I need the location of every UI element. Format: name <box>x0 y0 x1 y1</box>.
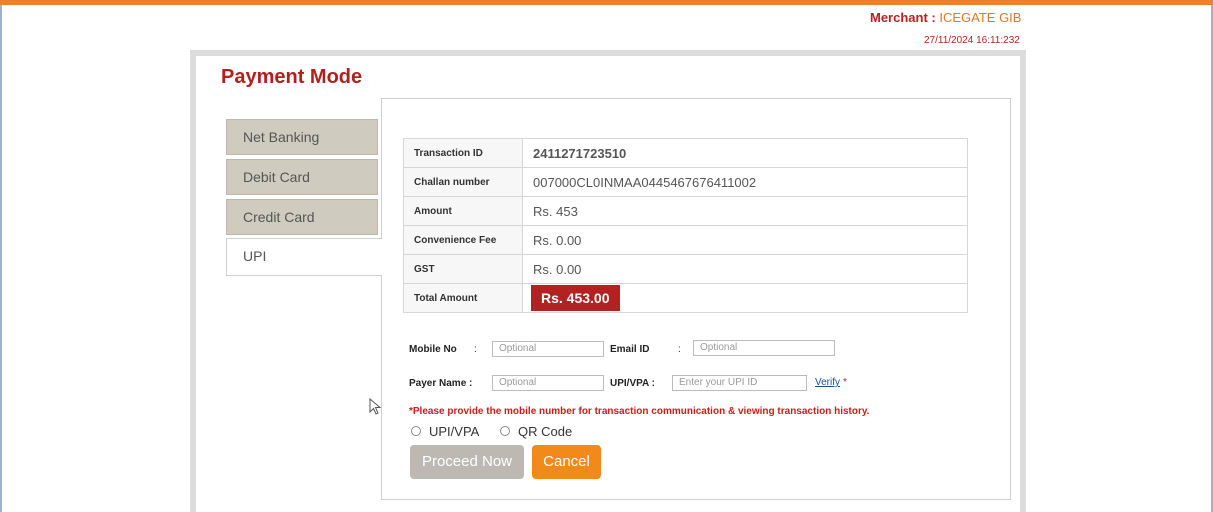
mobile-colon: : <box>474 344 477 355</box>
detail-label: GST <box>403 254 523 284</box>
tab-upi[interactable]: UPI <box>226 238 382 276</box>
payer-name-label: Payer Name : <box>409 378 473 389</box>
detail-label: Total Amount <box>403 283 523 313</box>
tab-debit-card[interactable]: Debit Card <box>226 159 378 195</box>
gst-value: Rs. 0.00 <box>522 254 968 284</box>
mobile-input[interactable]: Optional <box>492 341 604 357</box>
detail-label: Convenience Fee <box>403 225 523 255</box>
email-label: Email ID <box>610 344 650 355</box>
transaction-details-table: Transaction ID 2411271723510 Challan num… <box>403 138 968 313</box>
table-row: Transaction ID 2411271723510 <box>403 138 968 168</box>
upi-vpa-radio-label: UPI/VPA <box>429 424 480 439</box>
table-row: GST Rs. 0.00 <box>403 254 968 284</box>
verify-link[interactable]: Verify <box>815 377 840 388</box>
challan-number-value: 007000CL0INMAA0445467676411002 <box>522 167 968 197</box>
cancel-button[interactable]: Cancel <box>532 445 601 479</box>
page-title: Payment Mode <box>221 66 363 88</box>
proceed-now-button[interactable]: Proceed Now <box>410 445 524 479</box>
window-left-edge <box>0 5 2 512</box>
tab-credit-card[interactable]: Credit Card <box>226 199 378 235</box>
transaction-id-value: 2411271723510 <box>522 138 968 168</box>
qr-code-radio-label: QR Code <box>518 424 573 439</box>
upi-vpa-radio[interactable] <box>411 426 421 436</box>
table-row: Convenience Fee Rs. 0.00 <box>403 225 968 255</box>
email-input[interactable]: Optional <box>693 340 835 356</box>
mobile-label: Mobile No <box>409 344 457 355</box>
table-row: Challan number 007000CL0INMAA04454676764… <box>403 167 968 197</box>
table-row: Amount Rs. 453 <box>403 196 968 226</box>
detail-label: Challan number <box>403 167 523 197</box>
merchant-info: Merchant : ICEGATE GIB <box>870 10 1021 25</box>
timestamp: 27/11/2024 16:11:232 <box>924 35 1020 46</box>
table-row: Total Amount Rs. 453.00 <box>403 283 968 313</box>
total-amount-badge: Rs. 453.00 <box>531 285 620 311</box>
mobile-number-note: *Please provide the mobile number for tr… <box>409 406 870 417</box>
tab-net-banking[interactable]: Net Banking <box>226 119 378 155</box>
upi-vpa-label: UPI/VPA : <box>610 378 656 389</box>
merchant-name: ICEGATE GIB <box>939 10 1022 25</box>
amount-value: Rs. 453 <box>522 196 968 226</box>
convenience-fee-value: Rs. 0.00 <box>522 225 968 255</box>
mouse-cursor-icon <box>369 398 382 415</box>
payer-name-input[interactable]: Optional <box>492 375 604 391</box>
upi-id-input[interactable]: Enter your UPI ID <box>672 375 807 391</box>
detail-label: Amount <box>403 196 523 226</box>
merchant-label: Merchant : <box>870 10 936 25</box>
required-star: * <box>843 377 847 388</box>
total-amount-cell: Rs. 453.00 <box>522 283 968 313</box>
top-accent-bar <box>0 0 1213 5</box>
detail-label: Transaction ID <box>403 138 523 168</box>
qr-code-radio[interactable] <box>500 426 510 436</box>
email-colon: : <box>678 344 681 355</box>
